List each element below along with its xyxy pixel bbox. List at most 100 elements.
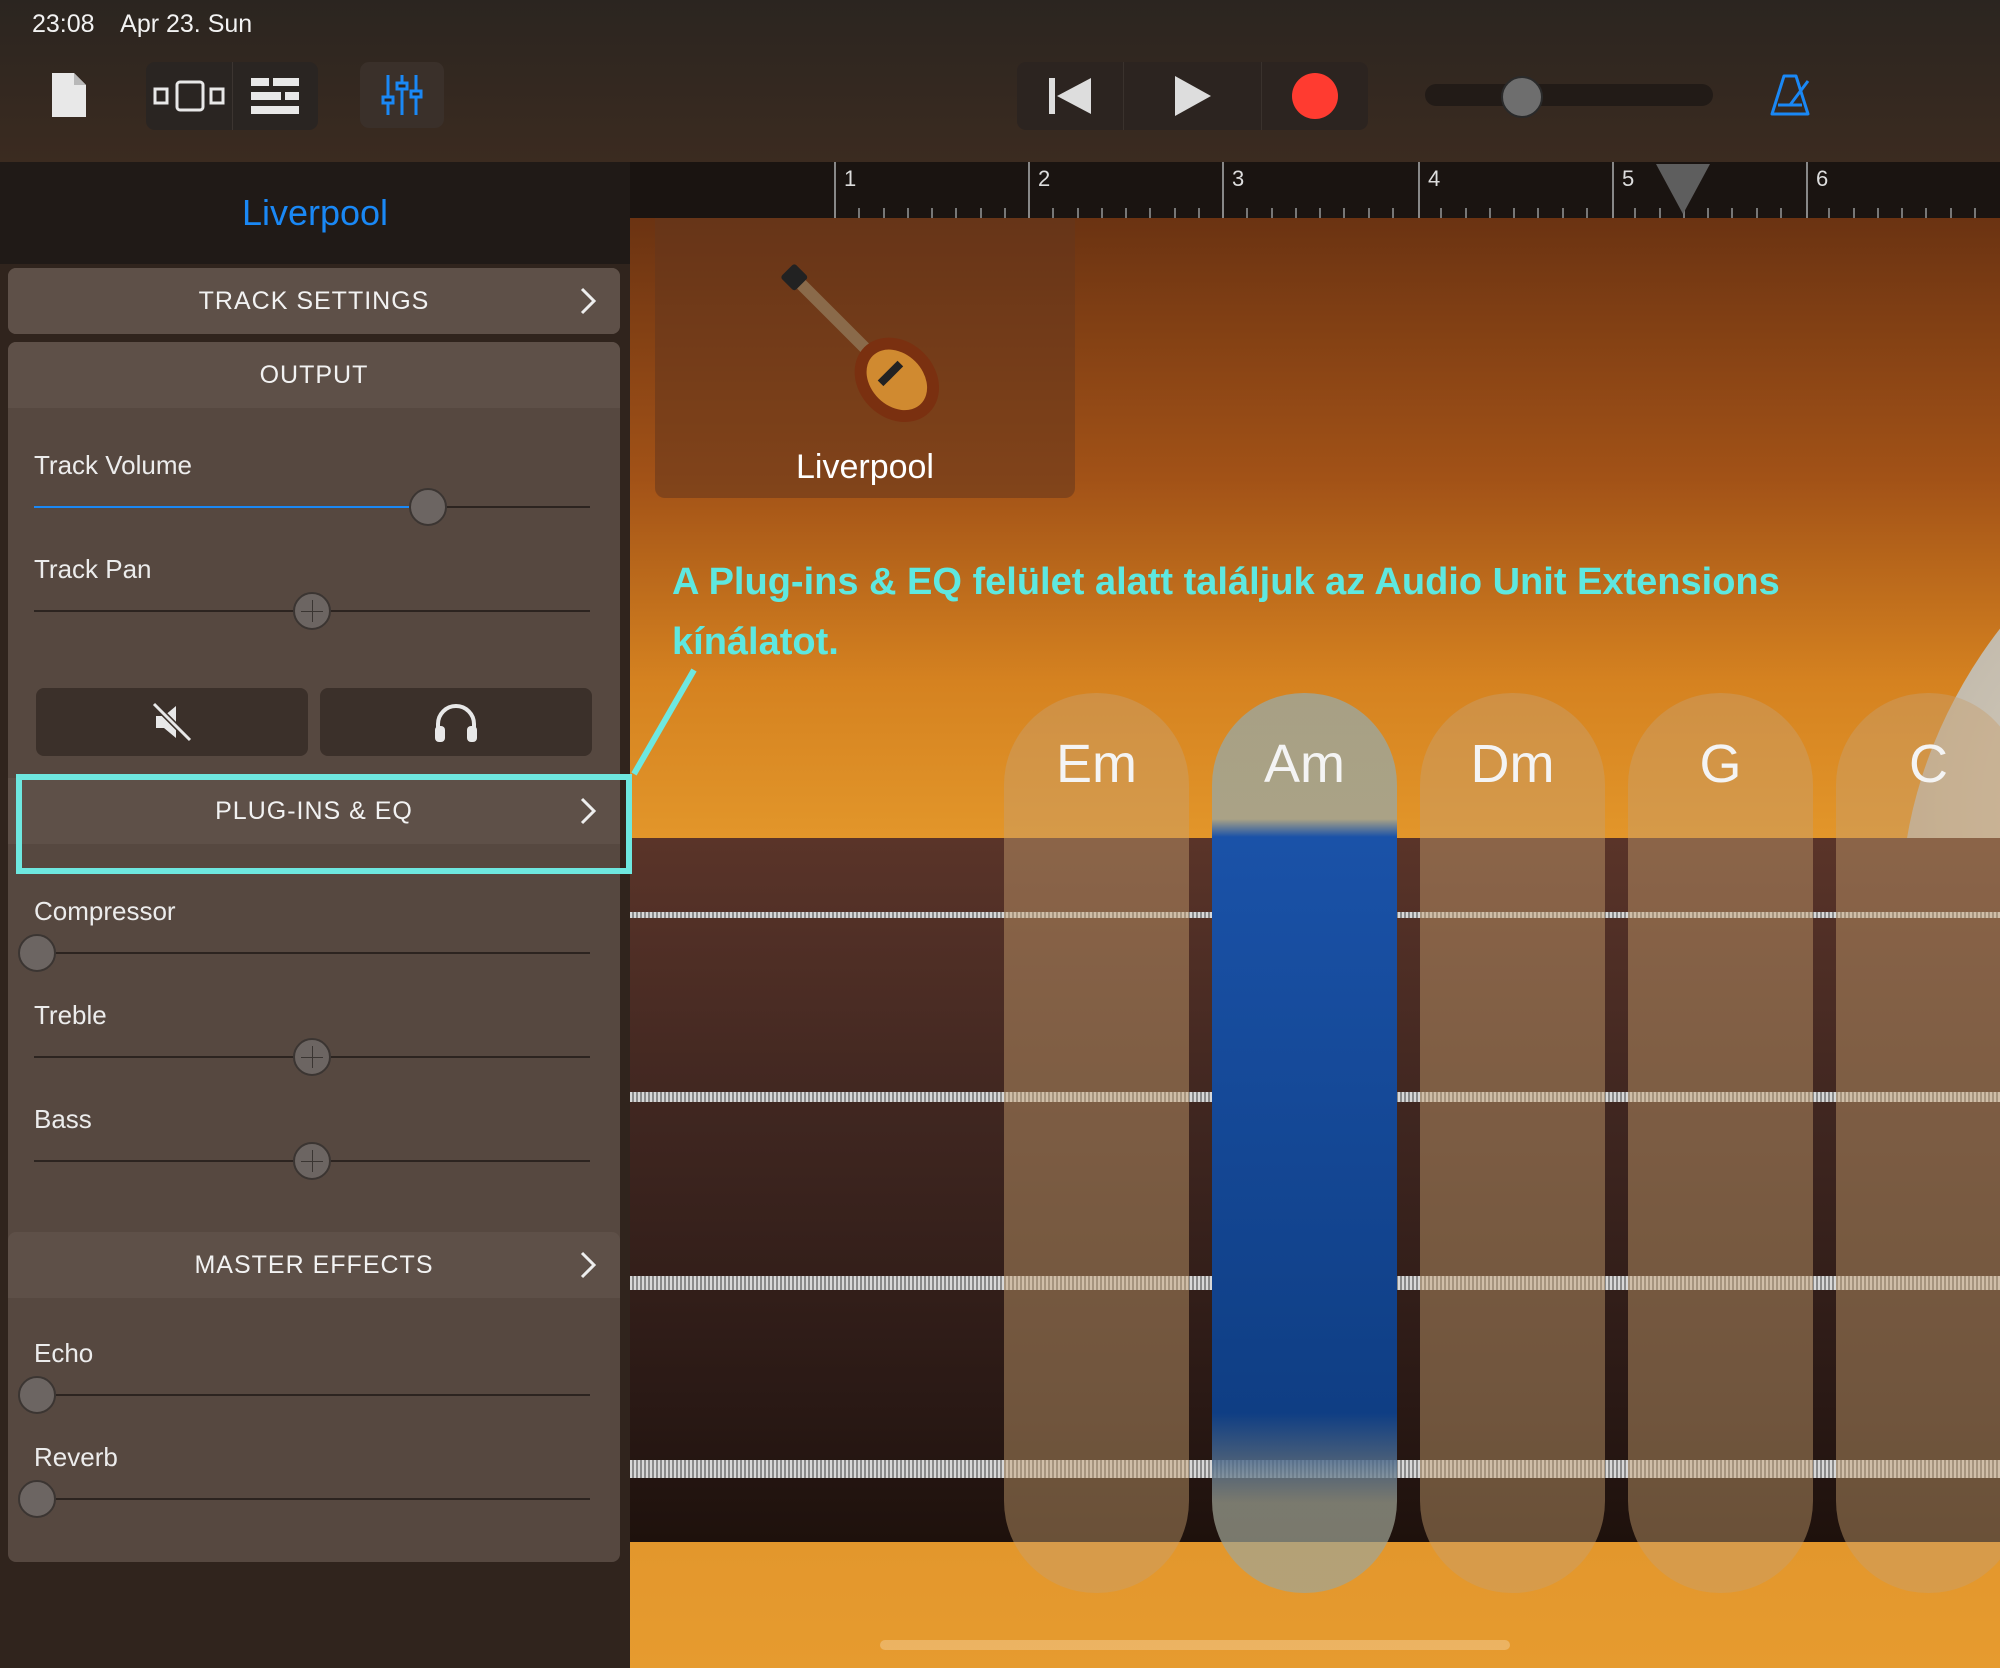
output-header: OUTPUT (8, 342, 620, 408)
status-time: 23:08 (32, 10, 95, 38)
reverb-track[interactable] (34, 1498, 590, 1500)
ruler-tick (1100, 208, 1103, 218)
ruler-tick (1294, 208, 1297, 218)
document-icon (52, 73, 86, 117)
transport-controls (1017, 62, 1368, 130)
ruler-tick (1634, 208, 1637, 218)
ruler-tick (1125, 208, 1127, 218)
chord-label: Em (1056, 734, 1137, 794)
master-effects-row[interactable]: MASTER EFFECTS (8, 1232, 620, 1298)
ruler-tick (1367, 208, 1370, 218)
chord-strip-am[interactable]: Am (1212, 693, 1397, 1593)
solo-button[interactable] (320, 688, 592, 756)
annotation-highlight-box (16, 774, 632, 874)
headphones-icon (435, 704, 477, 742)
compressor-knob[interactable] (18, 934, 56, 972)
speaker-muted-icon (151, 701, 193, 743)
treble-knob[interactable] (293, 1038, 331, 1076)
ruler-tick (1949, 208, 1952, 218)
compressor-label: Compressor (34, 896, 176, 926)
annotation-caption: A Plug-ins & EQ felület alatt találjuk a… (672, 561, 1780, 663)
ruler-tick (1852, 208, 1855, 218)
panel-title: Liverpool (0, 162, 630, 264)
ruler-bar-6: 6 (1806, 162, 1828, 218)
chord-strip-em[interactable]: Em (1004, 693, 1189, 1593)
ruler-tick (1149, 208, 1152, 218)
ruler-tick (1828, 208, 1831, 218)
ruler-tick (1925, 208, 1928, 218)
tracks-view-button[interactable] (233, 62, 319, 130)
chord-strip-dm[interactable]: Dm (1420, 693, 1605, 1593)
track-volume-knob[interactable] (409, 488, 447, 526)
ruler-tick (1561, 208, 1564, 218)
home-indicator[interactable] (880, 1640, 1510, 1650)
record-button[interactable] (1262, 62, 1368, 130)
mute-button[interactable] (36, 688, 308, 756)
ruler-tick (906, 208, 909, 218)
echo-label: Echo (34, 1338, 94, 1368)
mixer-button[interactable] (360, 62, 444, 128)
track-controls-panel: Liverpool TRACK SETTINGS OUTPUT Track Vo… (0, 162, 632, 1668)
output-header-label: OUTPUT (259, 360, 369, 389)
ruler-tick (955, 208, 958, 218)
ruler-tick (1343, 208, 1346, 218)
track-pan-knob[interactable] (293, 592, 331, 630)
instrument-tile[interactable]: Liverpool (655, 218, 1075, 498)
view-switch-icon (153, 80, 225, 112)
track-settings-label: TRACK SETTINGS (198, 286, 430, 315)
view-button-group (146, 62, 318, 130)
metronome-button[interactable] (1760, 62, 1820, 128)
ruler-bar-4: 4 (1418, 162, 1440, 218)
tracks-view-icon (251, 78, 300, 114)
ruler-tick (1973, 208, 1976, 218)
timeline-ruler[interactable]: 1 2 3 4 5 6 (630, 162, 2000, 218)
rewind-button[interactable] (1017, 62, 1124, 130)
track-volume-fill (34, 506, 426, 508)
master-effects-section: MASTER EFFECTS Echo Reverb (8, 1232, 620, 1562)
ruler-tick (1003, 208, 1006, 218)
ruler-tick (1488, 208, 1491, 218)
reverb-knob[interactable] (18, 1480, 56, 1518)
play-button[interactable] (1124, 62, 1263, 130)
treble-label: Treble (34, 1000, 107, 1030)
chevron-right-icon (580, 287, 597, 315)
view-switch-button[interactable] (146, 62, 233, 130)
chord-strip-c[interactable]: C (1836, 693, 2000, 1593)
ruler-tick (1779, 208, 1782, 218)
track-pan-label: Track Pan (34, 554, 152, 584)
ruler-tick (931, 208, 933, 218)
chord-label: Dm (1470, 734, 1555, 794)
ruler-tick (1585, 208, 1588, 218)
echo-knob[interactable] (18, 1376, 56, 1414)
document-button[interactable] (42, 62, 94, 128)
chord-label: G (1699, 734, 1742, 794)
annotation-pointer (631, 668, 697, 776)
status-bar: 23:08 Apr 23. Sun (32, 10, 272, 39)
echo-track[interactable] (34, 1394, 590, 1396)
chord-label: C (1909, 734, 1948, 794)
chord-strip-g[interactable]: G (1628, 693, 1813, 1593)
ruler-tick (1173, 208, 1176, 218)
ruler-tick (1537, 208, 1540, 218)
status-date: Apr 23. Sun (120, 10, 253, 38)
chord-label: Am (1264, 734, 1345, 794)
tempo-slider-track[interactable] (1425, 84, 1713, 106)
bass-knob[interactable] (293, 1142, 331, 1180)
ruler-tick (1440, 208, 1443, 218)
ruler-tick (1513, 208, 1515, 218)
ruler-tick (1901, 208, 1903, 218)
track-settings-row[interactable]: TRACK SETTINGS (8, 268, 620, 334)
bass-label: Bass (34, 1104, 92, 1134)
ruler-tick (1197, 208, 1200, 218)
playhead-handle[interactable] (1656, 164, 1710, 214)
record-icon (1292, 73, 1339, 119)
bass-guitar-icon (781, 264, 940, 423)
rewind-icon (1048, 78, 1091, 114)
tempo-slider-knob[interactable] (1501, 76, 1543, 118)
ruler-bar-3: 3 (1222, 162, 1244, 218)
ruler-tick (1052, 208, 1055, 218)
ruler-tick (1270, 208, 1273, 218)
play-icon (1174, 76, 1211, 116)
compressor-track[interactable] (34, 952, 590, 954)
ruler-tick (1464, 208, 1467, 218)
